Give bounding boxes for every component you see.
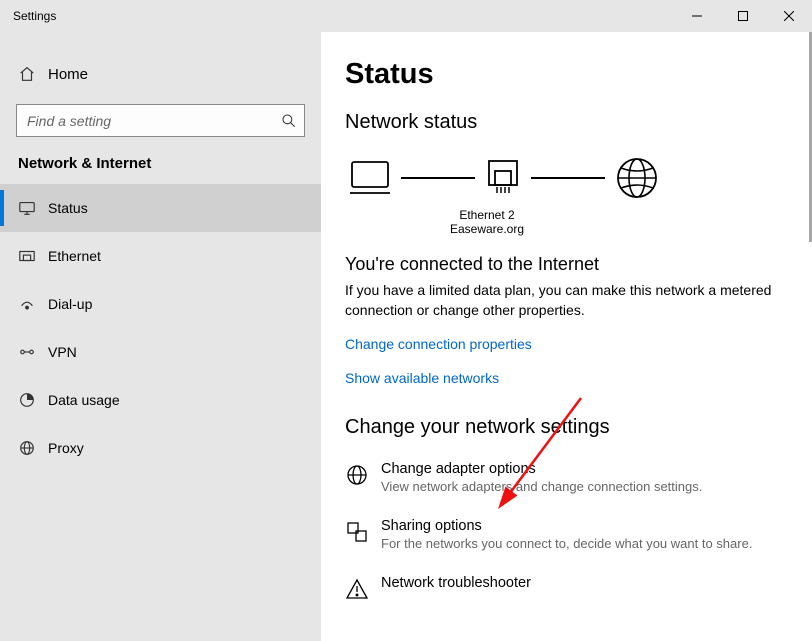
sidebar-item-label: VPN — [48, 344, 77, 360]
connected-desc: If you have a limited data plan, you can… — [345, 281, 775, 320]
network-diagram — [345, 156, 788, 200]
search-input[interactable] — [16, 104, 305, 137]
minimize-icon — [692, 11, 702, 21]
content-area: Status Network status Ethernet 2 Easewar… — [321, 32, 812, 641]
sidebar-item-label: Data usage — [48, 392, 120, 408]
option-title: Sharing options — [381, 518, 752, 534]
sidebar-item-label: Ethernet — [48, 248, 101, 264]
change-network-settings-heading: Change your network settings — [345, 416, 788, 439]
sidebar-item-label: Proxy — [48, 440, 84, 456]
warning-icon — [345, 575, 381, 601]
annotation-arrow — [481, 390, 601, 530]
sidebar-item-vpn[interactable]: VPN — [0, 328, 321, 376]
globe-icon — [345, 461, 381, 487]
titlebar: Settings — [0, 0, 812, 32]
datausage-icon — [18, 391, 48, 409]
dialup-icon — [18, 295, 48, 313]
option-title: Network troubleshooter — [381, 575, 531, 591]
link-show-available-networks[interactable]: Show available networks — [345, 370, 499, 386]
sidebar-section-header: Network & Internet — [0, 155, 321, 184]
status-icon — [18, 199, 48, 217]
option-change-adapter[interactable]: Change adapter options View network adap… — [345, 461, 788, 494]
domain-name: Easeware.org — [449, 222, 525, 236]
nic-icon — [485, 159, 521, 197]
home-icon — [18, 65, 48, 83]
sidebar: Home Network & Internet Status Ethernet — [0, 32, 321, 641]
search-icon — [281, 113, 297, 129]
vpn-icon — [18, 343, 48, 361]
link-change-connection-properties[interactable]: Change connection properties — [345, 336, 532, 352]
option-sharing[interactable]: Sharing options For the networks you con… — [345, 518, 788, 551]
ethernet-icon — [18, 247, 48, 265]
option-desc: View network adapters and change connect… — [381, 479, 702, 494]
sidebar-item-status[interactable]: Status — [0, 184, 321, 232]
option-troubleshooter[interactable]: Network troubleshooter — [345, 575, 788, 601]
computer-icon — [349, 159, 391, 197]
window-controls — [674, 0, 812, 32]
sharing-icon — [345, 518, 381, 544]
sidebar-item-label: Status — [48, 200, 88, 216]
globe-icon — [615, 156, 659, 200]
sidebar-item-datausage[interactable]: Data usage — [0, 376, 321, 424]
window-title: Settings — [0, 9, 56, 23]
proxy-icon — [18, 439, 48, 457]
page-title: Status — [345, 58, 788, 91]
maximize-button[interactable] — [720, 0, 766, 32]
connection-line — [401, 177, 475, 179]
adapter-name: Ethernet 2 — [449, 208, 525, 222]
home-button[interactable]: Home — [0, 54, 321, 94]
close-button[interactable] — [766, 0, 812, 32]
search-box[interactable] — [16, 104, 305, 137]
network-status-heading: Network status — [345, 111, 788, 134]
home-label: Home — [48, 66, 88, 83]
option-title: Change adapter options — [381, 461, 702, 477]
sidebar-item-dialup[interactable]: Dial-up — [0, 280, 321, 328]
sidebar-item-label: Dial-up — [48, 296, 92, 312]
connection-line — [531, 177, 605, 179]
scrollbar[interactable] — [808, 32, 812, 641]
network-labels: Ethernet 2 Easeware.org — [345, 208, 525, 236]
minimize-button[interactable] — [674, 0, 720, 32]
close-icon — [784, 11, 794, 21]
option-desc: For the networks you connect to, decide … — [381, 536, 752, 551]
sidebar-item-proxy[interactable]: Proxy — [0, 424, 321, 472]
sidebar-item-ethernet[interactable]: Ethernet — [0, 232, 321, 280]
connected-title: You're connected to the Internet — [345, 254, 788, 275]
maximize-icon — [738, 11, 748, 21]
